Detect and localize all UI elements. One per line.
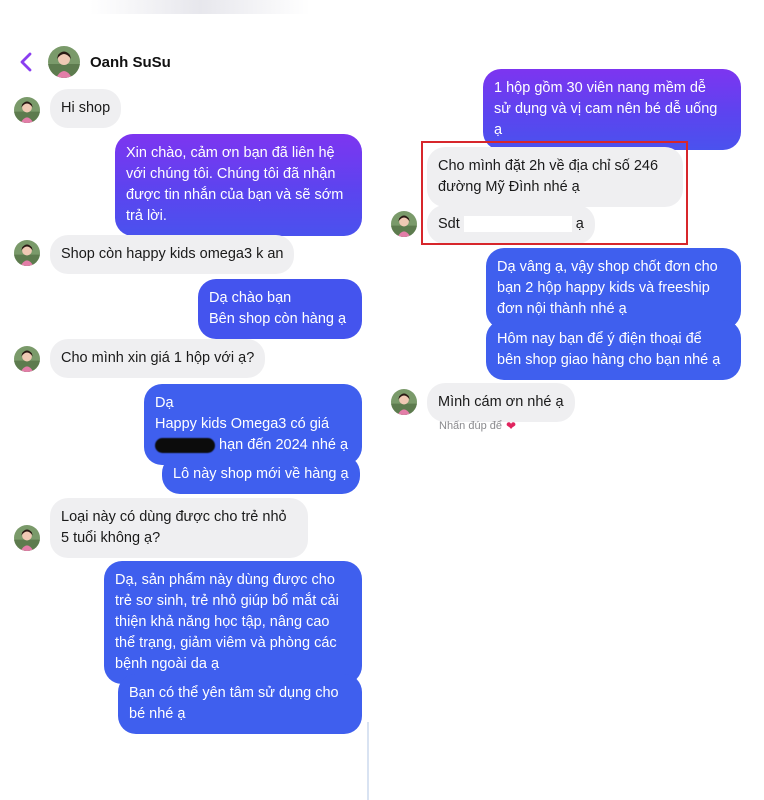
contact-avatar-small xyxy=(391,211,417,237)
highlight-box xyxy=(421,141,688,245)
incoming-message[interactable]: Shop còn happy kids omega3 k an xyxy=(50,235,295,274)
outgoing-message[interactable]: Hôm nay bạn để ý điện thoại để bên shop g… xyxy=(486,320,741,380)
top-blur xyxy=(90,0,310,14)
contact-avatar-small xyxy=(391,389,417,415)
outgoing-message[interactable]: 1 hộp gồm 30 viên nang mềm dễ sử dụng và … xyxy=(483,69,741,150)
outgoing-message[interactable]: Dạ chào bạn Bên shop còn hàng ạ xyxy=(198,279,362,339)
chat-header: Oanh SuSu xyxy=(16,42,296,82)
heart-icon: ❤ xyxy=(506,419,517,433)
incoming-message[interactable]: Loại này có dùng được cho trẻ nhỏ 5 tuổi … xyxy=(50,498,308,558)
incoming-message[interactable]: Cho mình xin giá 1 hộp với ạ? xyxy=(50,339,266,378)
redacted-price xyxy=(155,437,215,453)
incoming-message[interactable]: Hi shop xyxy=(50,89,122,128)
contact-avatar-small xyxy=(14,240,40,266)
outgoing-message[interactable]: Dạ, sản phẩm này dùng được cho trẻ sơ sin… xyxy=(104,561,362,684)
contact-name[interactable]: Oanh SuSu xyxy=(90,54,171,71)
outgoing-message[interactable]: Dạ vâng ạ, vậy shop chốt đơn cho bạn 2 hộ… xyxy=(486,248,741,329)
scroll-indicator xyxy=(367,722,369,800)
outgoing-message[interactable]: Xin chào, cảm ơn bạn đã liên hệ với chúng… xyxy=(115,134,362,236)
incoming-message[interactable]: Mình cám ơn nhé ạ xyxy=(427,383,575,422)
contact-avatar-small xyxy=(14,346,40,372)
chevron-left-icon xyxy=(20,52,32,72)
back-button[interactable] xyxy=(16,52,36,72)
double-tap-hint[interactable]: Nhấn đúp để ❤ xyxy=(439,419,516,433)
outgoing-message[interactable]: Lô này shop mới về hàng ạ xyxy=(162,455,360,494)
outgoing-message[interactable]: Bạn có thể yên tâm sử dụng cho bé nhé ạ xyxy=(118,674,362,734)
contact-avatar[interactable] xyxy=(48,46,80,78)
contact-avatar-small xyxy=(14,97,40,123)
contact-avatar-small xyxy=(14,525,40,551)
outgoing-message[interactable]: Dạ Happy kids Omega3 có giá hạn đến 2024… xyxy=(144,384,362,465)
